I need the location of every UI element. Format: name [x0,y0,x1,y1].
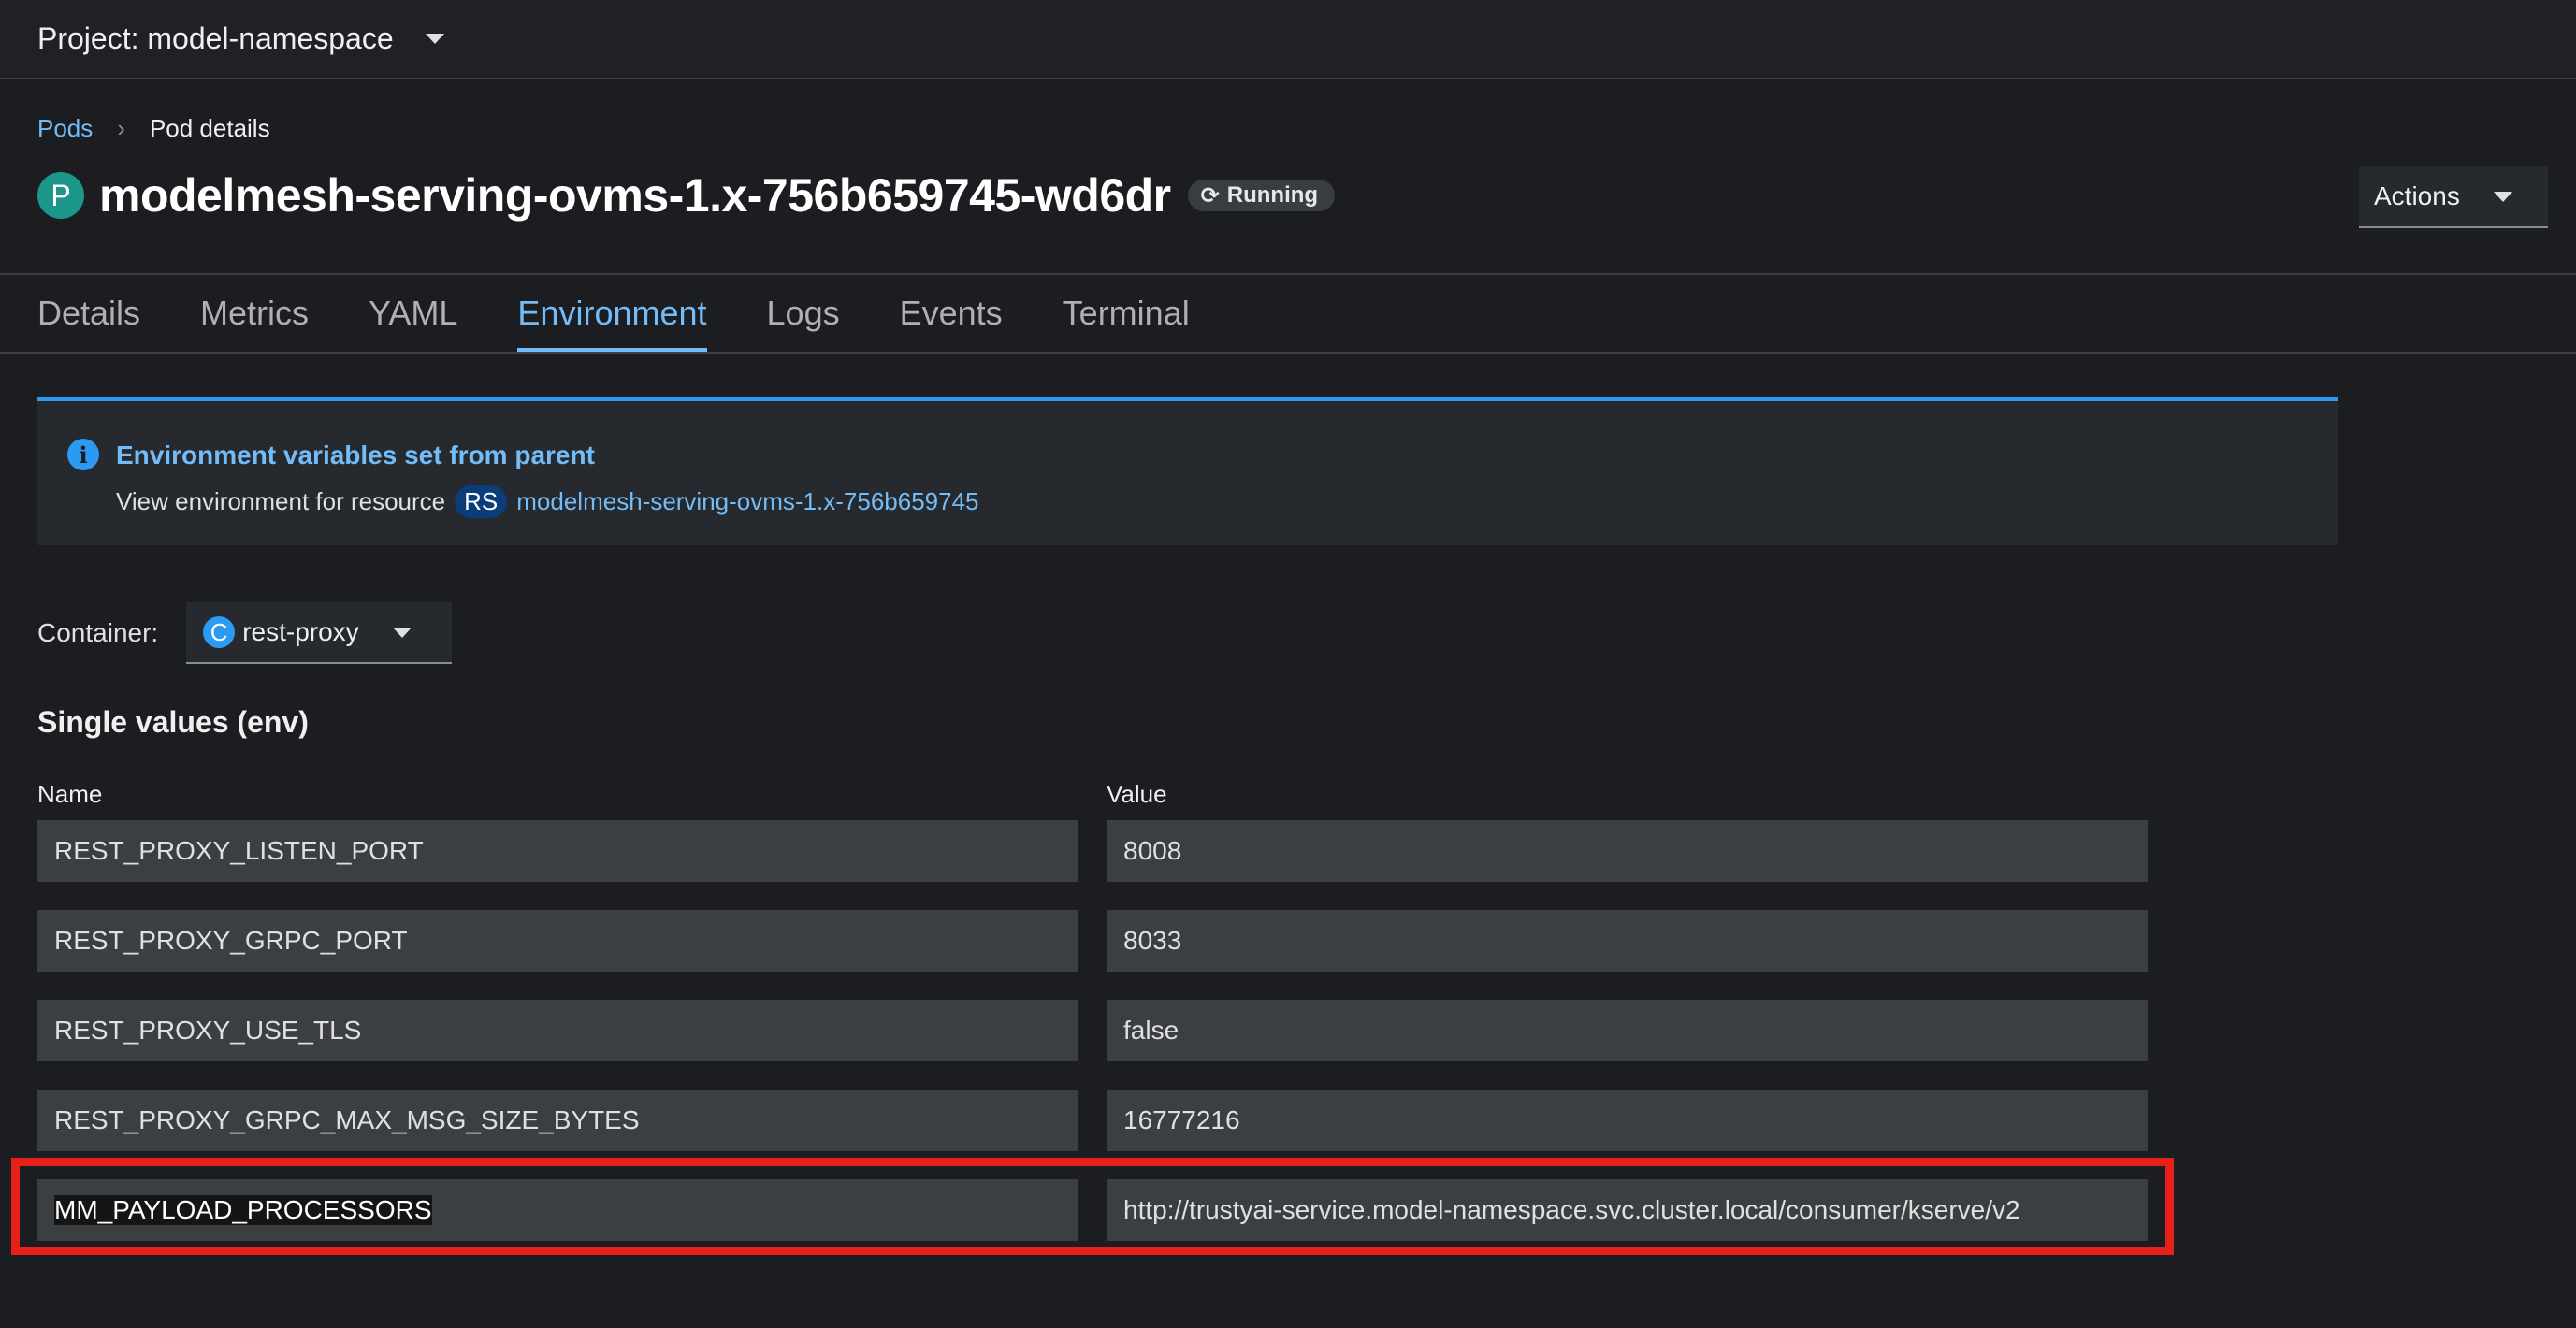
sync-icon: ⟳ [1200,182,1220,209]
env-value-input[interactable]: 16777216 [1107,1090,2148,1151]
container-label: Container: [37,618,159,647]
env-value-input[interactable]: 8033 [1107,910,2148,972]
replicaset-link[interactable]: modelmesh-serving-ovms-1.x-756b659745 [516,487,978,516]
page-heading: P modelmesh-serving-ovms-1.x-756b659745-… [37,168,1336,223]
env-name-input[interactable]: REST_PROXY_USE_TLS [37,1000,1078,1061]
env-name-input[interactable]: REST_PROXY_GRPC_PORT [37,910,1078,972]
project-selector[interactable]: Project: model-namespace [37,22,394,56]
chevron-right-icon: › [117,114,125,142]
section-title: Single values (env) [37,705,309,739]
name-column-header: Name [37,780,103,808]
caret-down-icon[interactable] [425,34,444,44]
tab-events[interactable]: Events [900,275,1003,352]
container-selector-row: Container: C rest-proxy [37,602,453,664]
divider [0,352,2576,354]
page-title: modelmesh-serving-ovms-1.x-756b659745-wd… [99,169,1171,222]
tab-environment[interactable]: Environment [517,275,707,352]
alert-body-text: View environment for resource [116,487,446,515]
selected-text: MM_PAYLOAD_PROCESSORS [54,1195,432,1225]
tab-details[interactable]: Details [37,275,140,352]
container-resource-badge: C [203,616,236,648]
env-name-input[interactable]: REST_PROXY_GRPC_MAX_MSG_SIZE_BYTES [37,1090,1078,1151]
env-name-input[interactable]: MM_PAYLOAD_PROCESSORS [37,1179,1078,1241]
container-selected-value: rest-proxy [242,617,359,646]
actions-dropdown[interactable]: Actions [2359,166,2548,228]
caret-down-icon [2493,191,2512,202]
status-label: Running [1226,182,1319,208]
project-selector-bar: Project: model-namespace [0,0,2576,79]
breadcrumb-pods-link[interactable]: Pods [37,114,93,143]
caret-down-icon [392,627,412,638]
container-dropdown[interactable]: C rest-proxy [186,602,453,664]
info-icon: i [67,439,99,470]
alert-body: View environment for resource RS modelme… [116,485,979,518]
replicaset-resource-badge: RS [455,485,508,518]
alert-title: Environment variables set from parent [116,440,595,469]
tab-metrics[interactable]: Metrics [200,275,309,352]
value-column-header: Value [1107,780,1167,808]
pod-resource-badge: P [37,172,84,219]
breadcrumb-current: Pod details [149,114,270,142]
env-value-input[interactable]: false [1107,1000,2148,1061]
tab-logs[interactable]: Logs [767,275,840,352]
env-value-input[interactable]: http://trustyai-service.model-namespace.… [1107,1179,2148,1241]
actions-label: Actions [2374,181,2460,210]
tab-yaml[interactable]: YAML [369,275,457,352]
env-name-input[interactable]: REST_PROXY_LISTEN_PORT [37,820,1078,882]
breadcrumb: Pods › Pod details [37,114,270,143]
tab-bar: Details Metrics YAML Environment Logs Ev… [37,275,1250,352]
env-value-input[interactable]: 8008 [1107,820,2148,882]
info-alert: i Environment variables set from parent … [37,397,2338,545]
status-badge: ⟳ Running [1187,180,1336,211]
tab-terminal[interactable]: Terminal [1063,275,1190,352]
